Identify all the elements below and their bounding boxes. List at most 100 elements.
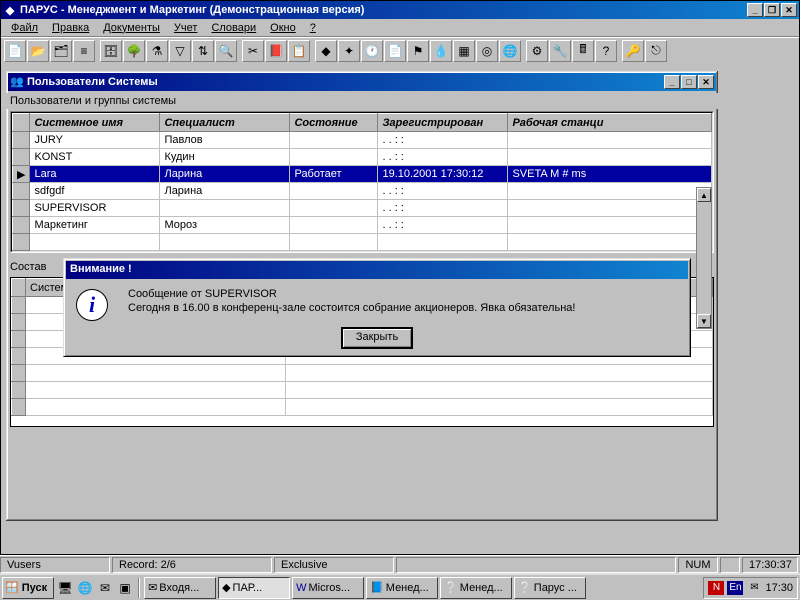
ql-app-icon[interactable]: ▣ [116, 579, 134, 597]
tool-key-icon[interactable]: 🔑 [622, 40, 644, 62]
status-record: Record: 2/6 [112, 557, 272, 573]
table-row[interactable]: SUPERVISOR. . : : [13, 200, 712, 217]
tool-card-icon[interactable]: 🗂 [50, 40, 72, 62]
start-button[interactable]: 🪟 Пуск [2, 577, 54, 599]
dialog-title[interactable]: Внимание ! [66, 261, 688, 279]
task-button-active[interactable]: ◆ПАР... [218, 577, 290, 599]
toolbar: 📄 📂 🗂 ≡ 🗄 🌳 ⚗ ▽ ⇅ 🔍 ✂ 📕 📋 ◆ ✦ 🕐 📄 ⚑ 💧 ▦ … [1, 37, 799, 63]
menu-dicts[interactable]: Словари [205, 21, 262, 35]
tray-n-icon[interactable]: N [708, 581, 724, 595]
table-row-selected[interactable]: ▶LaraЛаринаРаботает19.10.2001 17:30:12SV… [13, 166, 712, 183]
tool-wrench-icon[interactable]: 🔧 [549, 40, 571, 62]
close-button[interactable]: ✕ [781, 3, 797, 17]
status-exclusive: Exclusive [274, 557, 394, 573]
status-time: 17:30:37 [742, 557, 798, 573]
tool-help-icon[interactable]: ? [595, 40, 617, 62]
table-row[interactable] [12, 399, 713, 416]
tool-db-icon[interactable]: 🗄 [100, 40, 122, 62]
tool-star-icon[interactable]: ✦ [338, 40, 360, 62]
status-vusers: Vusers [0, 557, 110, 573]
task-button[interactable]: ❔Менед... [440, 577, 512, 599]
mdi-close-button[interactable]: ✕ [698, 75, 714, 89]
statusbar: Vusers Record: 2/6 Exclusive NUM 17:30:3… [0, 555, 800, 573]
users-window-icon: 👥 [10, 75, 24, 89]
tool-book-icon[interactable]: 📕 [265, 40, 287, 62]
menu-uchet[interactable]: Учет [168, 21, 204, 35]
info-icon: i [76, 289, 108, 321]
table-row[interactable]: sdfgdfЛарина. . : : [13, 183, 712, 200]
scroll-down-icon[interactable]: ▼ [697, 314, 711, 328]
menu-window[interactable]: Окно [264, 21, 302, 35]
status-num: NUM [678, 557, 718, 573]
tool-globe-icon[interactable]: 🌐 [499, 40, 521, 62]
app-titlebar[interactable]: ◆ ПАРУС - Менеджмент и Маркетинг (Демонс… [1, 1, 799, 19]
tray-mail-icon[interactable]: ✉ [746, 581, 762, 595]
scroll-up-icon[interactable]: ▲ [697, 188, 711, 202]
tool-cut-icon[interactable]: ✂ [242, 40, 264, 62]
app-icon: ◆ [3, 3, 17, 17]
menu-documents[interactable]: Документы [97, 21, 166, 35]
table-row[interactable]: JURYПавлов. . : : [13, 132, 712, 149]
ql-ie-icon[interactable]: 🌐 [76, 579, 94, 597]
task-button[interactable]: ✉Входя... [144, 577, 216, 599]
col-reg[interactable]: Зарегистрирован [378, 114, 508, 132]
dialog-line1: Сообщение от SUPERVISOR [128, 287, 575, 301]
tool-page-icon[interactable]: 📋 [288, 40, 310, 62]
ql-outlook-icon[interactable]: ✉ [96, 579, 114, 597]
table-row[interactable] [12, 382, 713, 399]
tool-flag-icon[interactable]: ⚑ [407, 40, 429, 62]
maximize-button[interactable]: ❐ [764, 3, 780, 17]
tray-clock[interactable]: 17:30 [765, 582, 793, 594]
tool-exit-icon[interactable]: ⎋ [645, 40, 667, 62]
task-button[interactable]: WMicros... [292, 577, 364, 599]
users-titlebar[interactable]: 👥 Пользователи Системы _ □ ✕ [8, 73, 716, 91]
mdi-minimize-button[interactable]: _ [664, 75, 680, 89]
attention-dialog: Внимание ! i Сообщение от SUPERVISOR Сег… [63, 258, 691, 357]
tool-funnel-icon[interactable]: ⚗ [146, 40, 168, 62]
row-header-blank [13, 114, 30, 132]
ql-desktop-icon[interactable]: 🖥 [56, 579, 74, 597]
tool-doc2-icon[interactable]: 📄 [384, 40, 406, 62]
tray-lang-icon[interactable]: En [727, 581, 743, 595]
tool-clock-icon[interactable]: 🕐 [361, 40, 383, 62]
app-title: ПАРУС - Менеджмент и Маркетинг (Демонстр… [20, 4, 747, 16]
mdi-maximize-button[interactable]: □ [681, 75, 697, 89]
tool-find-icon[interactable]: 🔍 [215, 40, 237, 62]
table-row[interactable]: МаркетингМороз. . : : [13, 217, 712, 234]
tool-diamond-icon[interactable]: ◆ [315, 40, 337, 62]
status-blank [396, 557, 676, 573]
col-sysname[interactable]: Системное имя [30, 114, 160, 132]
table-row[interactable] [12, 365, 713, 382]
col-state[interactable]: Состояние [290, 114, 378, 132]
task-button[interactable]: 📘Менед... [366, 577, 438, 599]
tool-target-icon[interactable]: ◎ [476, 40, 498, 62]
tool-gear-icon[interactable]: ⚙ [526, 40, 548, 62]
table-row[interactable]: KONSTКудин. . : : [13, 149, 712, 166]
users-panel-label: Пользователи и группы системы [6, 93, 718, 109]
menu-help[interactable]: ? [304, 21, 322, 35]
tool-open-icon[interactable]: 📂 [27, 40, 49, 62]
col-ws[interactable]: Рабочая станци [508, 114, 712, 132]
col-spec[interactable]: Специалист [160, 114, 290, 132]
taskbar: 🪟 Пуск 🖥 🌐 ✉ ▣ ✉Входя... ◆ПАР... WMicros… [0, 573, 800, 600]
task-icon: ❔ [518, 581, 532, 594]
task-button[interactable]: ❔Парус ... [514, 577, 586, 599]
tool-drop-icon[interactable]: 💧 [430, 40, 452, 62]
close-dialog-button[interactable]: Закрыть [341, 327, 413, 349]
grid-scrollbar[interactable]: ▲ ▼ [696, 187, 712, 329]
tool-filter-icon[interactable]: ▽ [169, 40, 191, 62]
tool-doc-icon[interactable]: 📄 [4, 40, 26, 62]
tool-tree-icon[interactable]: 🌳 [123, 40, 145, 62]
dialog-message: Сообщение от SUPERVISOR Сегодня в 16.00 … [128, 285, 575, 315]
task-icon: ❔ [444, 581, 458, 594]
minimize-button[interactable]: _ [747, 3, 763, 17]
menu-file[interactable]: Файл [5, 21, 44, 35]
tool-sort-icon[interactable]: ⇅ [192, 40, 214, 62]
tool-calc-icon[interactable]: 🖩 [572, 40, 594, 62]
table-row[interactable] [13, 234, 712, 251]
users-grid[interactable]: Системное имя Специалист Состояние Зарег… [10, 111, 714, 253]
tool-list-icon[interactable]: ≡ [73, 40, 95, 62]
tool-card2-icon[interactable]: ▦ [453, 40, 475, 62]
menu-edit[interactable]: Правка [46, 21, 95, 35]
table-header-row: Системное имя Специалист Состояние Зарег… [13, 114, 712, 132]
